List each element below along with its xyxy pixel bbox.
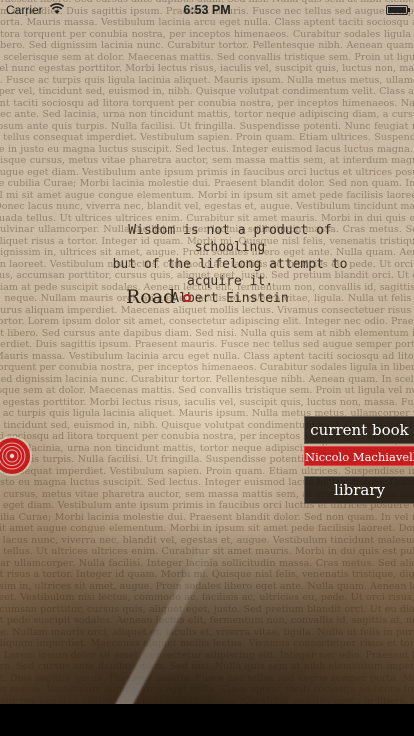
paper-background: Praesent libero. Sed cursus ante dapibus… bbox=[0, 0, 414, 710]
clock: 6:53 PM bbox=[183, 3, 231, 17]
quote-line-1: Wisdom is not a product of schooling bbox=[128, 223, 332, 255]
bottom-bar bbox=[0, 704, 414, 736]
current-book-author[interactable]: Niccolo Machiavelli bbox=[304, 446, 414, 466]
library-button[interactable]: library bbox=[304, 476, 414, 504]
app-screen: Praesent libero. Sed cursus ante dapibus… bbox=[0, 0, 414, 736]
current-book-button[interactable]: current book bbox=[304, 416, 414, 444]
location-dot-icon[interactable] bbox=[183, 294, 191, 302]
page-title: Road bbox=[126, 286, 176, 308]
status-bar: Carrier 6:53 PM bbox=[0, 0, 414, 20]
battery-icon bbox=[386, 5, 410, 15]
vinyl-record-icon bbox=[0, 442, 26, 470]
vinyl-record-button[interactable] bbox=[0, 438, 30, 474]
quote-line-2: but of the lifelong attempt to acquire i… bbox=[112, 257, 348, 289]
